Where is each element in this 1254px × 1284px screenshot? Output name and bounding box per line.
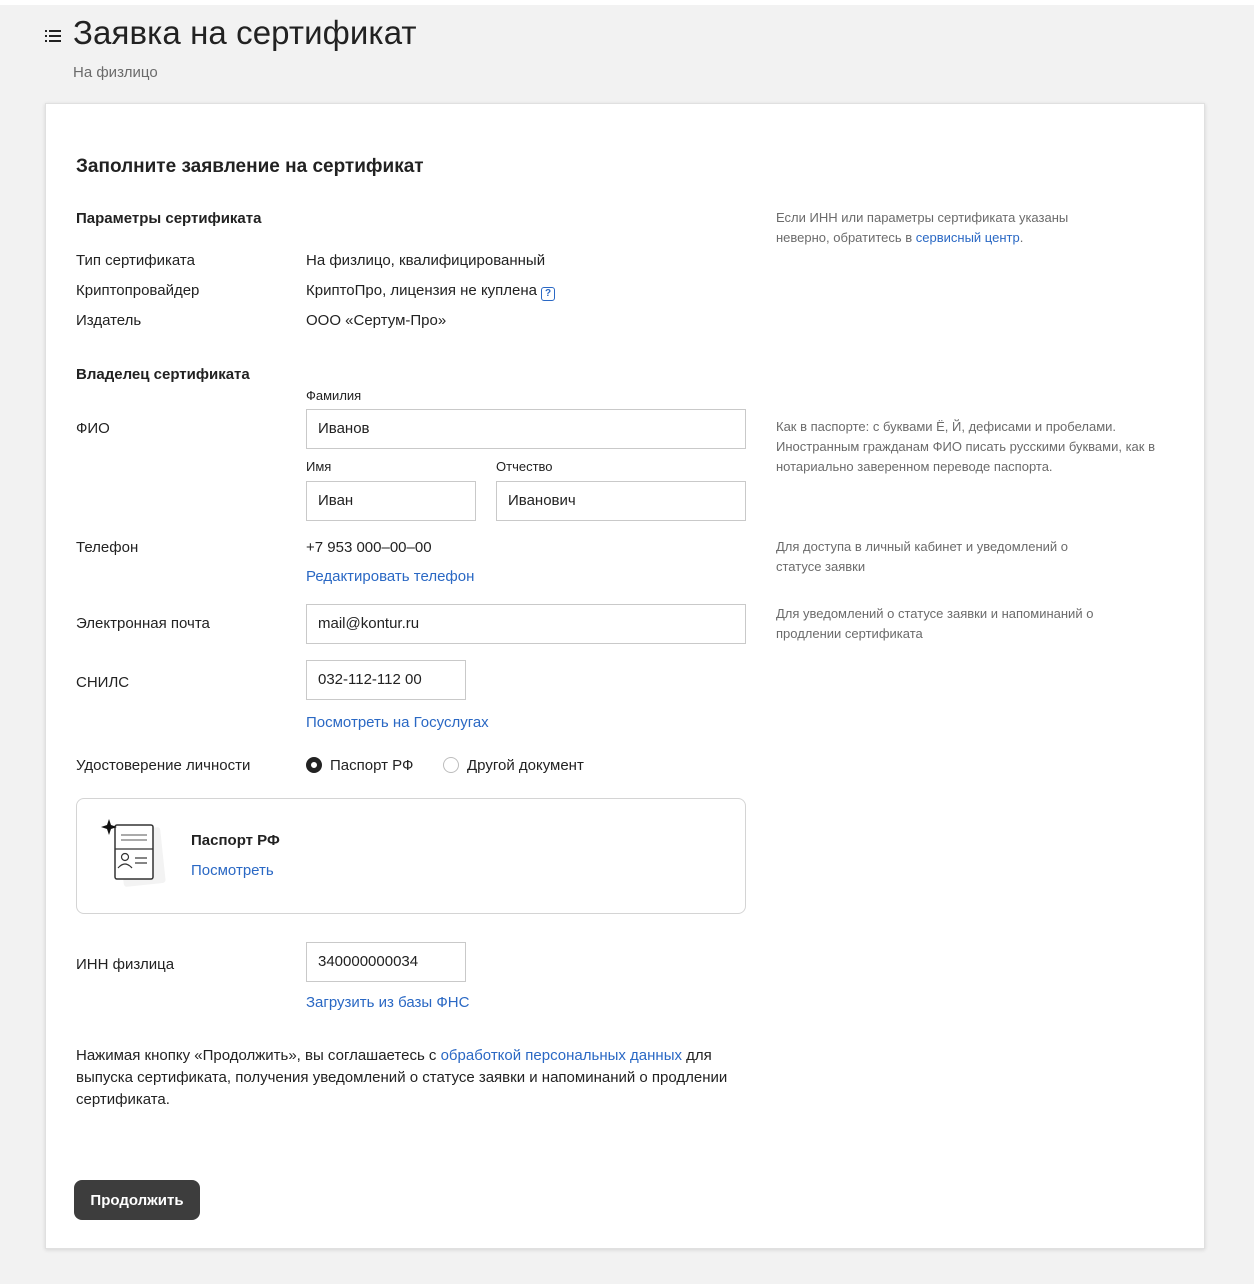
continue-button[interactable]: Продолжить <box>74 1180 200 1220</box>
id-document-label: Удостоверение личности <box>76 757 251 774</box>
consent-text: Нажимая кнопку «Продолжить», вы соглашае… <box>76 1047 728 1108</box>
load-from-fns-link[interactable]: Загрузить из базы ФНС <box>306 994 469 1011</box>
phone-value: +7 953 000–00–00 <box>306 539 432 556</box>
fio-hint: Как в паспорте: с буквами Ё, Й, дефисами… <box>776 419 1155 474</box>
top-strip <box>0 0 1254 5</box>
snils-input[interactable]: 032-112-112 00 <box>306 660 466 700</box>
page-title: Заявка на сертификат <box>73 14 417 51</box>
application-form-card: Заполните заявление на сертификат Параме… <box>45 103 1205 1249</box>
issuer-value: ООО «Сертум-Про» <box>306 312 447 329</box>
passport-view-link[interactable]: Посмотреть <box>191 862 274 879</box>
surname-caption: Фамилия <box>306 388 362 403</box>
crypto-provider-label: Криптопровайдер <box>76 282 200 299</box>
patronymic-input[interactable]: Иванович <box>496 481 746 521</box>
name-caption: Имя <box>306 459 332 474</box>
name-input[interactable]: Иван <box>306 481 476 521</box>
radio-other-document[interactable] <box>443 757 459 773</box>
crypto-provider-value: КриптоПро, лицензия не куплена? <box>306 282 556 301</box>
surname-input[interactable]: Иванов <box>306 409 746 449</box>
service-center-link[interactable]: сервисный центр <box>916 230 1020 245</box>
cert-type-value: На физлицо, квалифицированный <box>306 252 546 269</box>
phone-hint: Для доступа в личный кабинет и уведомлен… <box>776 539 1069 574</box>
help-icon[interactable]: ? <box>541 287 556 301</box>
radio-passport-label[interactable]: Паспорт РФ <box>330 757 413 774</box>
issuer-label: Издатель <box>76 312 142 329</box>
fio-label: ФИО <box>76 420 110 437</box>
inn-label: ИНН физлица <box>76 956 175 973</box>
page-subtitle: На физлицо <box>73 64 158 81</box>
email-input[interactable]: mail@kontur.ru <box>306 604 746 644</box>
owner-section-title: Владелец сертификата <box>76 366 250 383</box>
passport-card-title: Паспорт РФ <box>191 832 280 849</box>
params-section-title: Параметры сертификата <box>76 210 262 227</box>
params-hint: Если ИНН или параметры сертификата указа… <box>776 210 1069 245</box>
personal-data-link[interactable]: обработкой персональных данных <box>441 1047 682 1064</box>
form-title: Заполните заявление на сертификат <box>76 156 424 177</box>
passport-document-icon <box>101 819 166 887</box>
patronymic-caption: Отчество <box>496 459 553 474</box>
gosuslugi-link[interactable]: Посмотреть на Госуслугах <box>306 714 489 731</box>
cert-type-label: Тип сертификата <box>76 252 195 269</box>
inn-input[interactable]: 340000000034 <box>306 942 466 982</box>
edit-phone-link[interactable]: Редактировать телефон <box>306 568 474 585</box>
snils-label: СНИЛС <box>76 674 130 691</box>
radio-other-document-label[interactable]: Другой документ <box>467 757 584 774</box>
passport-card: Паспорт РФ Посмотреть <box>76 798 746 914</box>
phone-label: Телефон <box>76 539 139 556</box>
email-label: Электронная почта <box>76 615 210 632</box>
list-menu-icon[interactable] <box>45 30 61 42</box>
email-hint: Для уведомлений о статусе заявки и напом… <box>776 606 1094 641</box>
radio-passport[interactable] <box>306 757 322 773</box>
